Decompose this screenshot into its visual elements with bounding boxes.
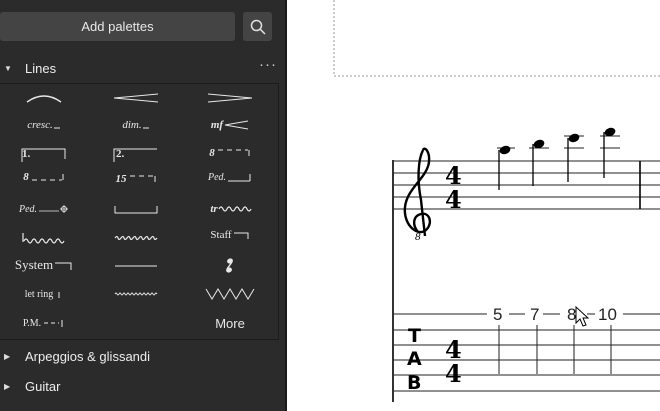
palette-header-arpeggios[interactable]: ▶ Arpeggios & glissandi [0, 344, 285, 368]
wavy-line-icon [218, 206, 252, 212]
fifteen-label: 15 [115, 173, 127, 185]
palette-title: Guitar [25, 378, 61, 394]
trill-line-cell[interactable]: tr [186, 196, 274, 222]
rest-icon [226, 258, 233, 273]
add-palettes-button[interactable]: Add palettes [0, 12, 235, 41]
search-icon [250, 19, 266, 35]
crescendo-hairpin-cell[interactable] [92, 85, 180, 111]
mf-hairpin-cell[interactable]: mf [186, 112, 274, 138]
dash-line-icon [53, 127, 60, 129]
diminuendo-hairpin-cell[interactable] [186, 85, 274, 111]
more-button[interactable]: More [186, 310, 274, 336]
dash-bracket-end-icon [58, 292, 60, 298]
palette-title: Lines [25, 60, 57, 76]
system-text-line-cell[interactable]: System [0, 252, 88, 278]
collapsed-arrow-icon: ▶ [4, 381, 11, 391]
score-svg: 8 4 4 T A B 4 4 5 7 8 10 [333, 0, 660, 402]
dotted-line-cell[interactable] [92, 281, 180, 307]
dim-label: dim. [122, 119, 142, 131]
pedal-line-cell[interactable]: Ped. [186, 168, 274, 186]
palette-title: Arpeggios & glissandi [25, 348, 151, 364]
dashed-bracket-icon [31, 174, 64, 181]
crescendo-hairpin-icon [113, 93, 159, 103]
tab-time-sig-bottom: 4 [445, 359, 462, 388]
lines-palette-grid: cresc. dim. mf 1. 2. 8 8 15 Ped. Ped. tr… [0, 83, 279, 340]
mf-label: mf [210, 119, 224, 131]
dashed-frame [333, 0, 660, 77]
tab-clef-a: A [407, 348, 422, 370]
zigzag-line-cell[interactable] [186, 281, 274, 307]
tab-number: 5 [493, 305, 502, 324]
pedal-bracket-icon [228, 174, 251, 182]
clef-octave-8: 8 [415, 231, 421, 243]
tab-clef-b: B [407, 372, 421, 394]
system-label: System [14, 257, 54, 272]
palette-header-lines[interactable]: ▼ Lines ··· [0, 56, 285, 80]
staff-text-line-cell[interactable]: Staff [186, 222, 274, 248]
pm-label: P.M. [22, 317, 42, 329]
slur-icon [26, 95, 62, 103]
palettes-panel: Add palettes ▼ Lines ··· cresc. dim. mf … [0, 0, 285, 411]
plain-line-cell[interactable] [92, 253, 180, 279]
cresc-line-cell[interactable]: cresc. [0, 112, 88, 138]
expand-arrow-icon: ▼ [4, 63, 12, 73]
staff-label: Staff [210, 229, 232, 241]
tab-clef-t: T [408, 325, 421, 347]
time-sig-bottom: 4 [445, 185, 462, 214]
ottava-down-cell[interactable]: 8 [0, 168, 88, 186]
let-ring-cell[interactable]: let ring [0, 281, 88, 307]
collapsed-arrow-icon: ▶ [4, 351, 11, 361]
crescendo-hairpin-icon [225, 120, 249, 130]
arpeggio-line-cell[interactable] [0, 225, 88, 251]
tab-number: 10 [598, 305, 617, 324]
score-canvas[interactable]: 8 4 4 T A B 4 4 5 7 8 10 [287, 0, 660, 411]
wavy-line-icon [22, 233, 65, 244]
notes [497, 127, 620, 190]
standard-staff [393, 160, 660, 210]
dashed-bracket-icon [217, 149, 250, 156]
cresc-label: cresc. [27, 119, 53, 131]
palm-mute-cell[interactable]: P.M. [0, 310, 88, 336]
ottava-up-cell[interactable]: 8 [186, 144, 274, 162]
more-dots-icon[interactable]: ··· [259, 56, 277, 73]
pedal-star-cell[interactable]: Ped. [0, 196, 88, 222]
search-button[interactable] [243, 12, 272, 41]
vibrato-line-cell[interactable] [92, 225, 180, 251]
volta-1-cell[interactable]: 1. [0, 146, 88, 164]
volta-2-cell[interactable]: 2. [92, 146, 180, 164]
pedal-label: Ped. [207, 171, 227, 183]
rest-glyph-cell[interactable] [186, 253, 274, 279]
tab-number: 8 [567, 305, 576, 324]
wavy-line-icon [114, 235, 158, 241]
line-icon [115, 265, 157, 267]
tab-number: 7 [530, 305, 539, 324]
dotted-line-icon [114, 292, 158, 296]
slur-cell[interactable] [0, 85, 88, 111]
dashed-bracket-icon [44, 320, 63, 327]
text-bracket-line-cell[interactable] [92, 196, 180, 222]
zigzag-icon [205, 288, 255, 300]
tab-stems [498, 325, 612, 374]
trill-label: tr [210, 203, 218, 215]
pedal-release-icon [39, 205, 69, 213]
let-ring-label: let ring [24, 288, 54, 300]
treble-clef-icon [403, 147, 432, 237]
pedal-star-label: Ped. [18, 203, 38, 215]
text-line-bracket-icon [55, 262, 72, 270]
dim-line-cell[interactable]: dim. [92, 112, 180, 138]
line-bracket-icon [114, 206, 158, 214]
volta-1-label: 1. [22, 148, 31, 160]
dashed-bracket-icon [129, 175, 155, 182]
diminuendo-hairpin-icon [207, 93, 253, 103]
palette-header-guitar[interactable]: ▶ Guitar [0, 374, 285, 398]
tab-staff [393, 313, 660, 392]
dash-line-icon [142, 127, 149, 129]
quindicesima-cell[interactable]: 15 [92, 170, 180, 188]
mouse-cursor-icon [575, 305, 590, 327]
volta-2-label: 2. [116, 148, 125, 160]
more-label: More [215, 315, 245, 331]
text-line-bracket-icon [233, 232, 249, 239]
